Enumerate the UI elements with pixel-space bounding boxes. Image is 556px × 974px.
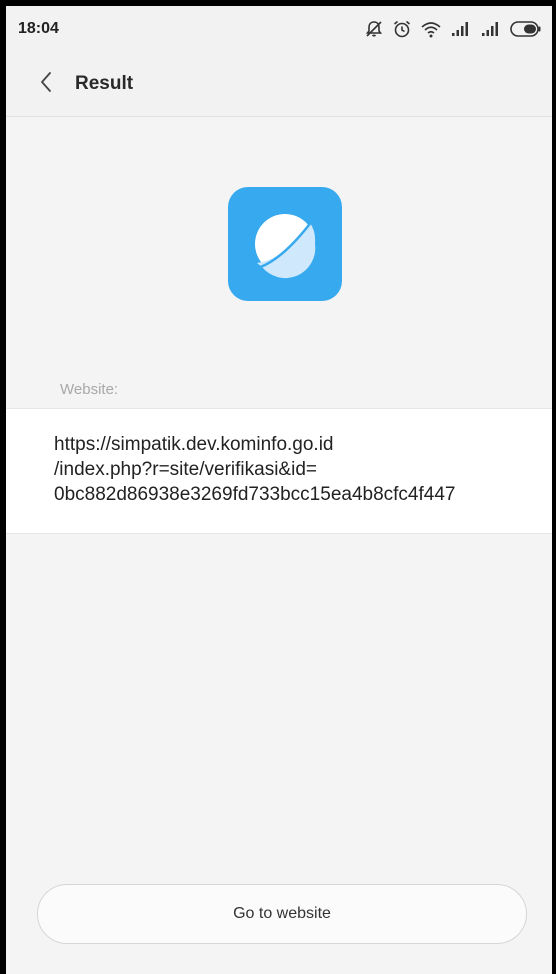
page-title: Result: [75, 73, 134, 94]
mute-icon: [364, 19, 384, 39]
go-to-website-label: Go to website: [233, 905, 331, 922]
signal-icon: [480, 20, 502, 38]
browser-icon: [228, 187, 342, 301]
screen: 18:04 Result Website: https://simpatik.d…: [6, 6, 552, 974]
signal-icon: [450, 20, 472, 38]
chevron-left-icon: [38, 70, 54, 99]
website-url[interactable]: https://simpatik.dev.kominfo.go.id /inde…: [54, 432, 524, 507]
url-card: https://simpatik.dev.kominfo.go.id /inde…: [6, 408, 552, 534]
website-label: Website:: [60, 381, 119, 398]
go-to-website-button[interactable]: Go to website: [37, 884, 527, 944]
alarm-icon: [392, 19, 412, 39]
status-time: 18:04: [18, 20, 59, 37]
wifi-icon: [420, 19, 442, 39]
battery-icon: [510, 20, 542, 38]
status-icons: [364, 18, 542, 40]
status-bar: 18:04: [6, 6, 552, 52]
back-button[interactable]: [28, 66, 64, 102]
header: Result: [6, 52, 552, 117]
